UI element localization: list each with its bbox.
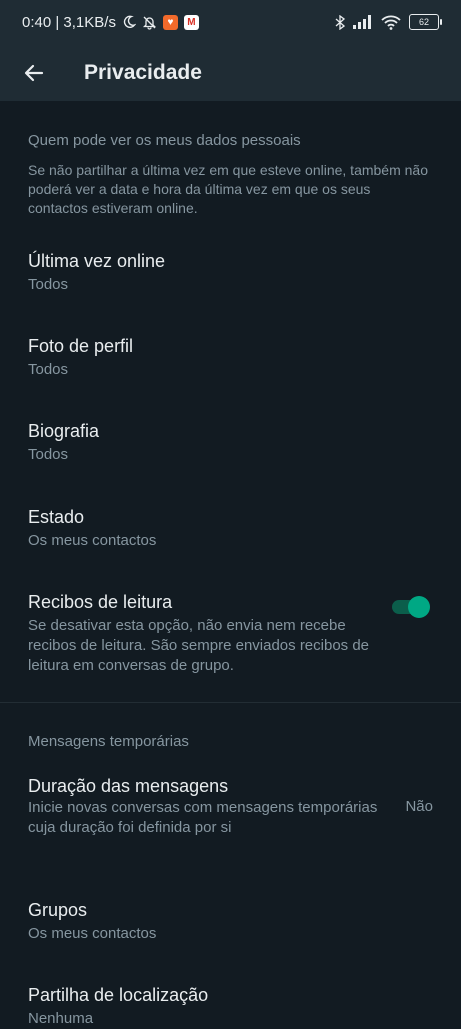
section-title-personal-data: Quem pode ver os meus dados pessoais [28, 132, 301, 149]
app-bar: Privacidade [0, 44, 461, 101]
last-seen-value: Todos [28, 276, 69, 293]
groups-title: Grupos [28, 900, 88, 920]
location-sharing-title: Partilha de localização [28, 985, 209, 1005]
section-divider [0, 702, 461, 703]
bell-off-icon [142, 15, 157, 30]
status-setting[interactable]: Estado Os meus contactos [0, 487, 461, 567]
status-title: Estado [28, 507, 85, 527]
groups-value: Os meus contactos [28, 925, 157, 942]
gmail-app-icon: M [183, 14, 199, 30]
message-duration-description: Inicie novas conversas com mensagens tem… [28, 799, 378, 836]
groups-setting[interactable]: Grupos Os meus contactos [0, 881, 461, 961]
wifi-icon [381, 15, 401, 30]
status-value: Os meus contactos [28, 532, 157, 549]
profile-photo-title: Foto de perfil [28, 336, 134, 356]
message-duration-title: Duração das mensagens [28, 776, 229, 796]
signal-icon [353, 15, 373, 29]
last-seen-setting[interactable]: Última vez online Todos [0, 231, 461, 311]
profile-photo-setting[interactable]: Foto de perfil Todos [0, 316, 461, 396]
profile-photo-value: Todos [28, 361, 69, 378]
moon-icon [122, 15, 136, 29]
status-time-speed: 0:40 | 3,1KB/s [22, 13, 116, 31]
back-button[interactable] [14, 53, 54, 93]
bluetooth-icon [335, 14, 345, 30]
page-title: Privacidade [84, 60, 202, 84]
toggle-thumb [408, 596, 430, 618]
about-title: Biografia [28, 421, 100, 441]
read-receipts-description: Se desativar esta opção, não envia nem r… [28, 617, 370, 674]
read-receipts-title: Recibos de leitura [28, 592, 173, 612]
about-value: Todos [28, 446, 69, 463]
message-duration-setting[interactable]: Duração das mensagens Inicie novas conve… [0, 756, 461, 848]
location-sharing-value: Nenhuma [28, 1010, 94, 1027]
section-description-personal-data: Se não partilhar a última vez em que est… [28, 162, 429, 216]
status-bar: 0:40 | 3,1KB/s ♥ M 62 [0, 0, 461, 44]
last-seen-title: Última vez online [28, 251, 166, 271]
read-receipts-setting[interactable]: Recibos de leitura Se desativar esta opç… [0, 571, 461, 681]
battery-icon: 62 [409, 14, 442, 30]
location-sharing-setting[interactable]: Partilha de localização Nenhuma [0, 966, 461, 1027]
brave-app-icon: ♥ [162, 14, 178, 30]
message-duration-value: Não [405, 798, 433, 815]
read-receipts-toggle[interactable] [392, 595, 430, 618]
section-title-temporary-messages: Mensagens temporárias [28, 733, 189, 750]
arrow-left-icon [24, 63, 44, 83]
about-setting[interactable]: Biografia Todos [0, 401, 461, 481]
